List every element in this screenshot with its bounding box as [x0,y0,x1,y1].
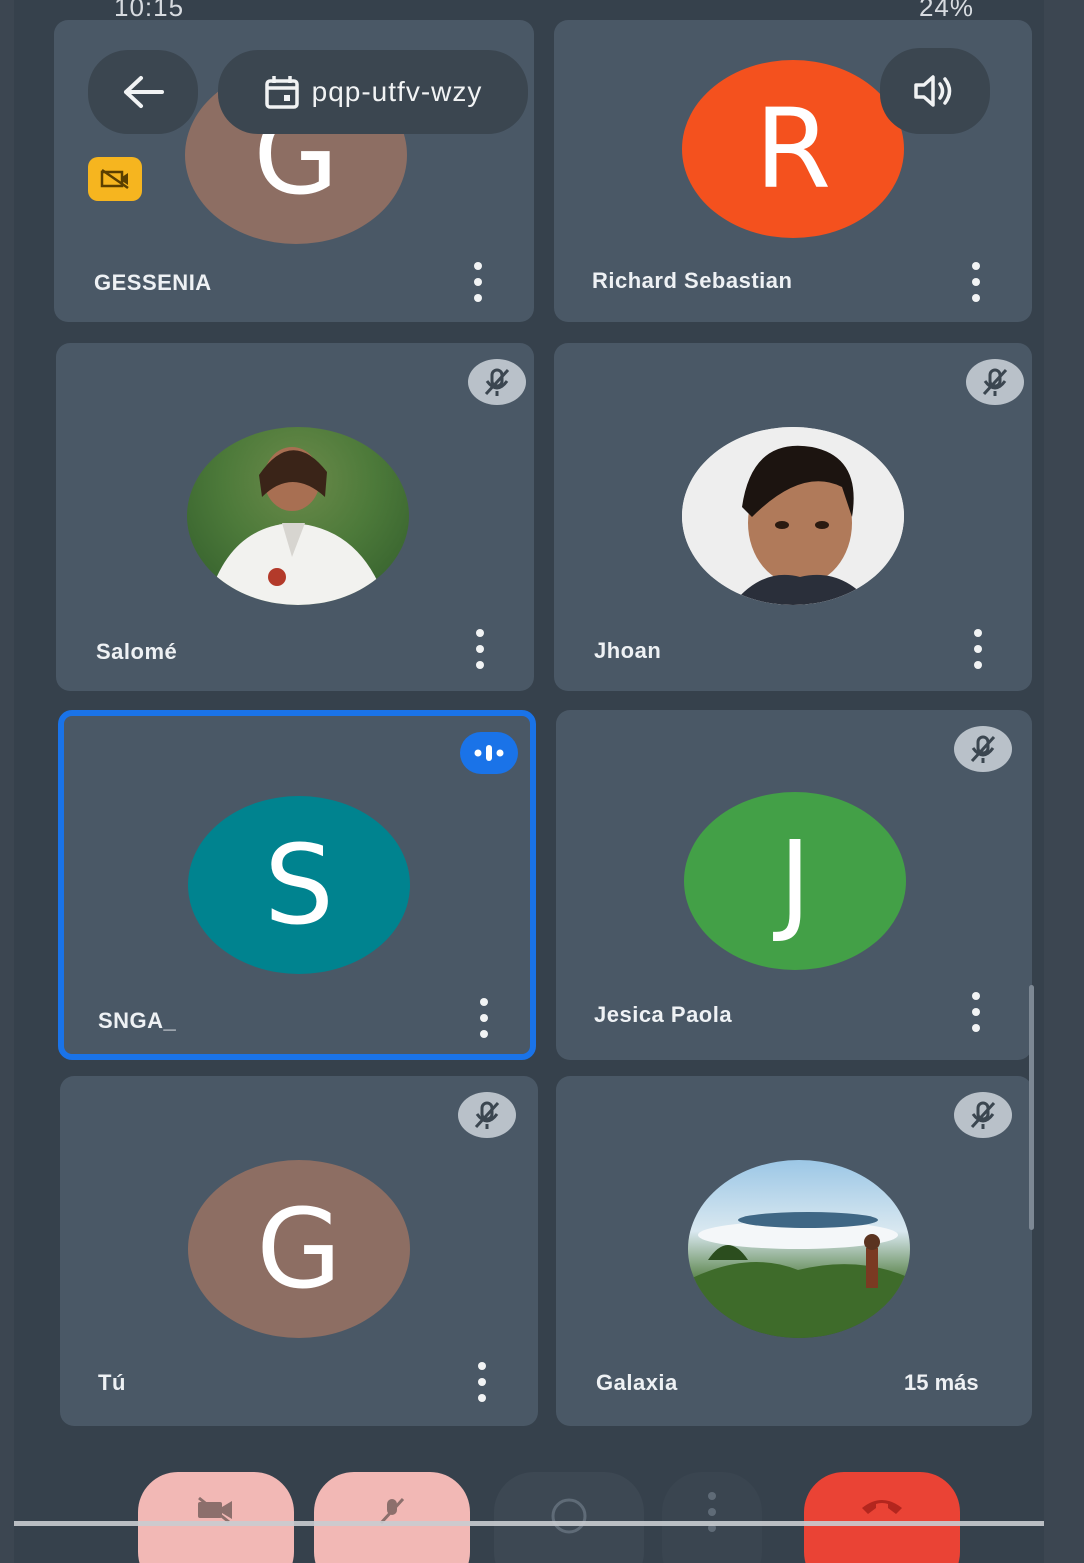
participant-photo [682,427,904,605]
avatar-initial: G [256,1185,342,1313]
more-options-button[interactable] [662,1472,762,1563]
camera-toggle-button[interactable] [138,1472,294,1563]
participant-name: Galaxia [596,1370,678,1395]
call-controls-bar [14,1440,1044,1563]
more-options-icon[interactable] [966,992,986,1032]
meet-screen: 10:15 24% G GESSENIA R Richard Sebastian… [14,0,1044,1563]
participant-tile-galaxia[interactable]: Galaxia 15 más [556,1076,1032,1426]
avatar: S [188,796,410,974]
participant-name: Richard Sebastian [592,268,793,293]
mic-toggle-button[interactable] [314,1472,470,1563]
end-call-button[interactable] [804,1472,960,1563]
avatar-initial: S [264,821,334,949]
more-options-icon[interactable] [472,1362,492,1402]
participant-photo [187,427,409,605]
participant-name: Salomé [96,639,178,664]
participant-photo [688,1160,910,1338]
speaker-icon [914,75,952,107]
participant-name: Tú [98,1370,126,1395]
back-button[interactable] [88,50,198,134]
mic-off-icon [966,359,1024,405]
arrow-back-icon [124,76,164,108]
avatar-initial: R [754,85,832,213]
avatar: J [684,792,906,970]
more-participants-count[interactable]: 15 más [904,1370,979,1396]
calendar-icon [264,76,299,109]
reactions-button[interactable] [494,1472,644,1563]
participant-tile-jesica-paola[interactable]: J Jesica Paola [556,710,1032,1060]
meeting-info-button[interactable]: pqp-utfv-wzy [218,50,528,134]
more-options-icon[interactable] [968,629,988,669]
avatar: R [682,60,904,238]
camera-off-badge-icon [88,157,142,201]
participant-name: GESSENIA [94,270,212,295]
divider [14,1521,1044,1526]
call-end-icon [862,1500,902,1514]
mic-off-icon [458,1092,516,1138]
more-options-icon[interactable] [470,629,490,669]
emoji-icon [551,1498,587,1534]
participant-tile-jhoan[interactable]: Jhoan [554,343,1032,691]
audio-output-button[interactable] [880,48,990,134]
participant-name: SNGA_ [98,1008,177,1033]
more-options-icon[interactable] [468,262,488,302]
scrollbar[interactable] [1029,985,1034,1230]
more-vert-icon [702,1492,722,1532]
participant-tile-salome[interactable]: Salomé [56,343,534,691]
avatar: G [188,1160,410,1338]
mic-off-icon [468,359,526,405]
meeting-code: pqp-utfv-wzy [311,76,483,107]
mic-off-icon [954,726,1012,772]
participant-name: Jhoan [594,638,662,663]
avatar-initial: J [778,817,812,945]
participant-name: Jesica Paola [594,1002,733,1027]
more-options-icon[interactable] [966,262,986,302]
mic-off-icon [954,1092,1012,1138]
more-options-icon[interactable] [474,998,494,1038]
participant-tile-snga[interactable]: S SNGA_ [58,710,536,1060]
participant-tile-self[interactable]: G Tú [60,1076,538,1426]
camera-off-icon [198,1496,232,1524]
speaking-indicator-icon [460,732,518,774]
